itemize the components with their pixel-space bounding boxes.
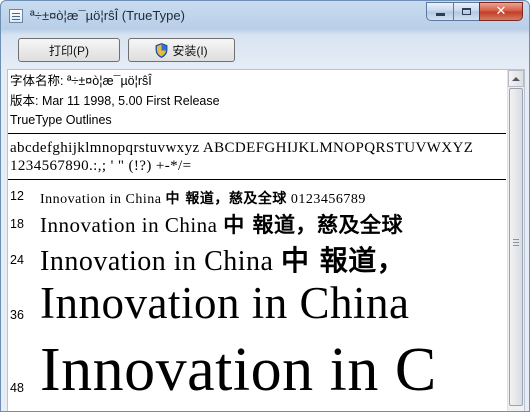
shield-icon	[155, 42, 168, 58]
font-preview-pane[interactable]: 字体名称: ª÷±¤ò¦æ¯µö¦rŝÎ 版本: Mar 11 1998, 5.…	[7, 69, 525, 411]
sample-size-label: 18	[10, 217, 24, 231]
print-button[interactable]: 打印(P)	[18, 38, 120, 62]
sample-text: Innovation in China 中 報道，慈及全球	[40, 209, 403, 239]
close-button[interactable]: ✕	[479, 2, 523, 21]
sample-cjk: 中 報道，慈及全球	[165, 191, 287, 207]
print-button-label: 打印(P)	[49, 43, 89, 58]
close-icon: ✕	[495, 4, 507, 19]
character-set: abcdefghijklmnopqrstuvwxyz ABCDEFGHIJKLM…	[10, 139, 473, 175]
font-version-line: 版本: Mar 11 1998, 5.00 First Release	[10, 93, 220, 108]
sample-latin: Innovation in China	[40, 246, 274, 277]
install-button[interactable]: 安装(I)	[128, 38, 235, 62]
sample-size-label: 24	[10, 253, 24, 267]
app-icon	[9, 9, 23, 23]
maximize-button[interactable]	[453, 2, 479, 21]
sample-latin: Innovation in China	[40, 192, 162, 207]
minimize-icon	[435, 13, 445, 16]
font-name-line: 字体名称: ª÷±¤ò¦æ¯µö¦rŝÎ	[10, 74, 152, 88]
maximize-icon	[462, 8, 471, 15]
toolbar: 打印(P) 安装(I)	[1, 31, 529, 69]
window-title: ª÷±¤ò¦æ¯µö¦rŝÎ (TrueType)	[30, 8, 185, 23]
minimize-button[interactable]	[426, 2, 453, 21]
sample-digits: 0123456789	[290, 192, 366, 207]
font-viewer-window: ª÷±¤ò¦æ¯µö¦rŝÎ (TrueType) ✕ 打印(P) 安装(I)	[0, 0, 530, 412]
install-button-label: 安装(I)	[172, 43, 208, 58]
sample-size-label: 48	[10, 381, 24, 395]
sample-size-label: 12	[10, 189, 24, 203]
vertical-scrollbar[interactable]	[507, 70, 524, 411]
charset-symbols: 1234567890.:,; ' " (!?) +-*/=	[10, 158, 192, 174]
sample-text: Innovation in C	[40, 335, 437, 406]
sample-text: Innovation in China 中 報道，慈及全球 0123456789	[40, 188, 366, 208]
title-bar[interactable]: ª÷±¤ò¦æ¯µö¦rŝÎ (TrueType) ✕	[1, 1, 529, 31]
divider	[8, 133, 506, 134]
sample-text: Innovation in China 中 報道，	[40, 239, 405, 279]
sample-latin: Innovation in C	[40, 336, 437, 404]
chevron-up-icon	[512, 76, 520, 81]
sample-text: Innovation in China	[40, 277, 409, 329]
scroll-up-button[interactable]	[508, 70, 524, 87]
sample-latin: Innovation in China	[40, 278, 410, 328]
sample-latin: Innovation in China	[40, 213, 218, 237]
scroll-thumb[interactable]	[509, 88, 523, 406]
sample-cjk: 中 報道，	[280, 244, 406, 277]
divider	[8, 179, 506, 180]
sample-cjk: 中 報道，慈及全球	[223, 212, 404, 237]
sample-size-label: 36	[10, 308, 24, 322]
font-info: 字体名称: ª÷±¤ò¦æ¯µö¦rŝÎ 版本: Mar 11 1998, 5.…	[10, 72, 220, 131]
caption-buttons: ✕	[426, 2, 523, 21]
grip-icon	[513, 239, 519, 248]
font-type-line: TrueType Outlines	[10, 113, 112, 127]
charset-letters: abcdefghijklmnopqrstuvwxyz ABCDEFGHIJKLM…	[10, 140, 474, 156]
